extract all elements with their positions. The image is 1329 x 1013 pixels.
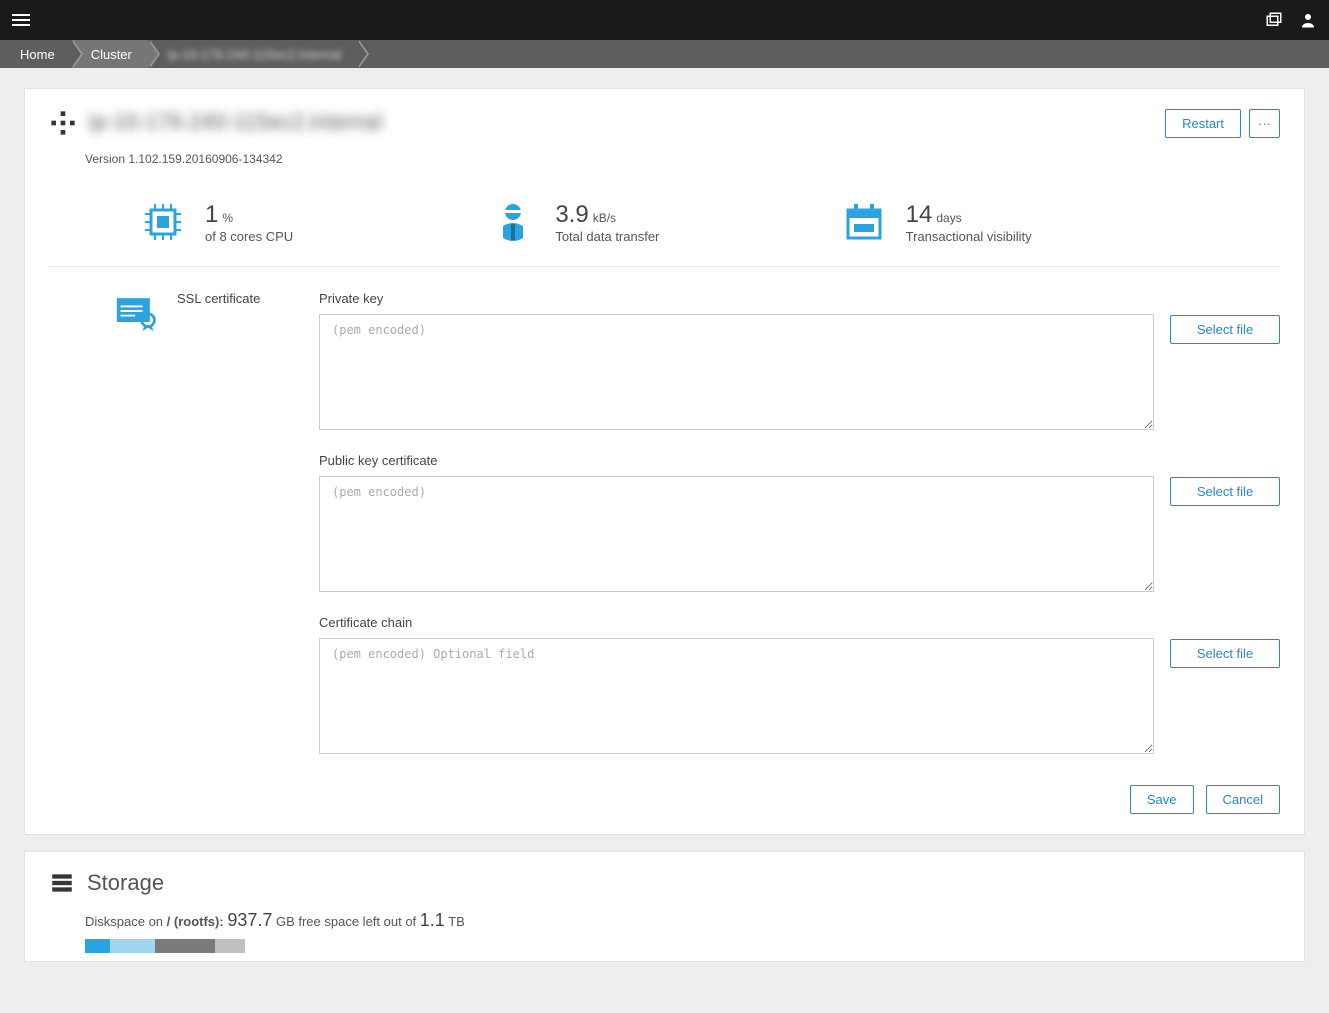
calendar-icon <box>840 198 888 246</box>
disk-seg-used-primary <box>85 939 110 953</box>
stat-transfer: 3.9 kB/s Total data transfer <box>489 198 839 246</box>
main-container: ip-10-176-240-115ec2.internal Restart ··… <box>0 68 1329 998</box>
save-button[interactable]: Save <box>1130 785 1194 814</box>
cpu-icon <box>139 198 187 246</box>
panel-header: ip-10-176-240-115ec2.internal Restart ··… <box>25 89 1304 146</box>
cpu-value: 1 <box>205 201 218 229</box>
node-panel: ip-10-176-240-115ec2.internal Restart ··… <box>24 88 1305 835</box>
ssl-section-title: SSL certificate <box>177 291 260 777</box>
public-key-select-file-button[interactable]: Select file <box>1170 477 1280 506</box>
user-icon[interactable] <box>1299 11 1317 29</box>
stats-row: 1% of 8 cores CPU 3.9 kB/s Total data tra… <box>49 174 1280 267</box>
transfer-label: Total data transfer <box>555 229 659 244</box>
more-actions-button[interactable]: ··· <box>1249 109 1280 138</box>
hamburger-menu-icon[interactable] <box>12 10 32 30</box>
stat-visibility: 14days Transactional visibility <box>840 198 1190 246</box>
storage-icon <box>49 870 75 896</box>
visibility-value: 14 <box>906 201 933 229</box>
public-key-label: Public key certificate <box>319 453 1154 468</box>
version-label: Version 1.102.159.20160906-134342 <box>25 146 1304 174</box>
storage-title: Storage <box>87 870 164 896</box>
node-icon <box>49 109 77 137</box>
cpu-label: of 8 cores CPU <box>205 229 293 244</box>
stat-cpu: 1% of 8 cores CPU <box>139 198 489 246</box>
visibility-label: Transactional visibility <box>906 229 1032 244</box>
cert-chain-label: Certificate chain <box>319 615 1154 630</box>
ssl-section: SSL certificate Private key Select file <box>25 267 1304 777</box>
private-key-select-file-button[interactable]: Select file <box>1170 315 1280 344</box>
topbar-right <box>1265 11 1317 29</box>
restart-button[interactable]: Restart <box>1165 109 1241 138</box>
disk-usage-bar <box>85 939 245 953</box>
window-popout-icon[interactable] <box>1265 11 1283 29</box>
breadcrumb: Home Cluster ip-10-176-240-115ec2.intern… <box>0 40 1329 68</box>
storage-panel: Storage Diskspace on / (rootfs): 937.7 G… <box>24 851 1305 962</box>
storage-diskspace-line: Diskspace on / (rootfs): 937.7 GB free s… <box>85 910 1280 931</box>
public-key-input[interactable] <box>319 476 1154 592</box>
topbar <box>0 0 1329 40</box>
cert-chain-select-file-button[interactable]: Select file <box>1170 639 1280 668</box>
cert-chain-group: Certificate chain Select file <box>319 615 1280 757</box>
visibility-unit: days <box>936 211 961 225</box>
cpu-unit: % <box>222 211 233 225</box>
disk-seg-free <box>215 939 245 953</box>
breadcrumb-home[interactable]: Home <box>0 40 71 68</box>
node-title: ip-10-176-240-115ec2.internal <box>89 109 382 135</box>
cert-chain-input[interactable] <box>319 638 1154 754</box>
transfer-unit: kB/s <box>593 211 616 225</box>
disk-seg-used-secondary <box>110 939 155 953</box>
private-key-label: Private key <box>319 291 1154 306</box>
ssl-form-actions: Save Cancel <box>25 777 1304 834</box>
private-key-input[interactable] <box>319 314 1154 430</box>
certificate-icon <box>115 291 159 331</box>
agent-icon <box>489 198 537 246</box>
private-key-group: Private key Select file <box>319 291 1280 433</box>
public-key-group: Public key certificate Select file <box>319 453 1280 595</box>
disk-seg-other <box>155 939 215 953</box>
cancel-button[interactable]: Cancel <box>1206 785 1280 814</box>
transfer-value: 3.9 <box>555 201 588 229</box>
breadcrumb-node: ip-10-176-240-115ec2.internal <box>148 40 357 68</box>
